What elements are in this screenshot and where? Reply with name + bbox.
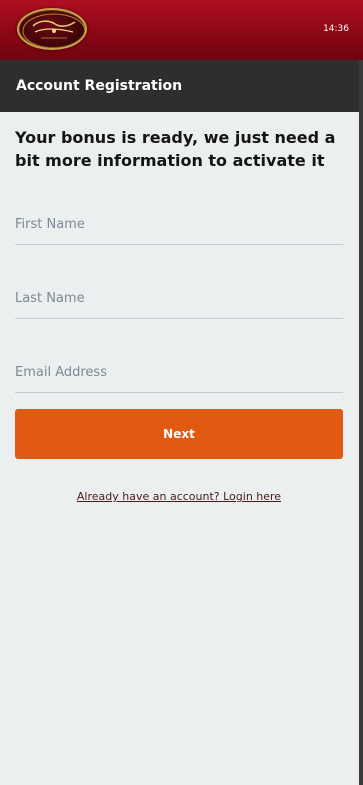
casino-logo[interactable] (17, 8, 87, 50)
login-link[interactable]: Already have an account? Login here (0, 490, 358, 503)
registration-page: 14:36 Account Registration Your bonus is… (0, 0, 363, 785)
logo-emblem-icon (22, 13, 85, 48)
next-button[interactable]: Next (15, 409, 343, 459)
first-name-field[interactable] (15, 205, 343, 245)
page-title-bar: Account Registration (0, 60, 363, 112)
last-name-field[interactable] (15, 279, 343, 319)
scrollbar[interactable] (359, 60, 363, 785)
bonus-message: Your bonus is ready, we just need a bit … (15, 128, 336, 170)
brand-header: 14:36 (0, 0, 363, 60)
page-title: Account Registration (16, 78, 183, 94)
email-field[interactable] (15, 353, 343, 393)
clock-time: 14:36 (323, 24, 349, 34)
